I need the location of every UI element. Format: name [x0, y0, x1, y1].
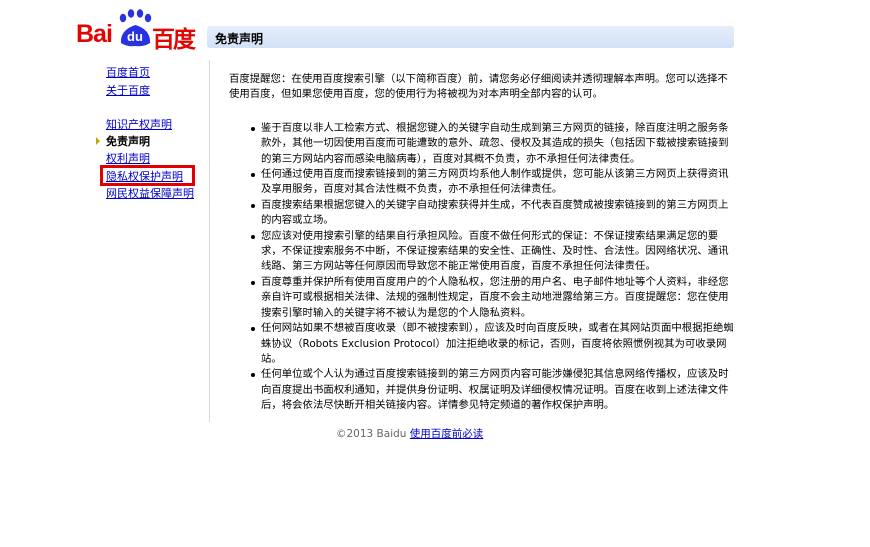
list-item: 鉴于百度以非人工检索方式、根据您键入的关键字自动生成到第三方网页的链接，除百度注…	[251, 121, 734, 167]
sidebar-item-ip-statement[interactable]: 知识产权声明	[106, 118, 172, 131]
sidebar-nav: 百度首页 关于百度 知识产权声明 免责声明 权利声明 隐私权保护声明 网民权益保…	[0, 0, 210, 430]
sidebar-item-rights-statement[interactable]: 权利声明	[106, 152, 150, 165]
list-item: 百度尊重并保护所有使用百度用户的个人隐私权，您注册的用户名、电子邮件地址等个人资…	[251, 275, 734, 321]
list-item: 您应该对使用搜索引擎的结果自行承担风险。百度不做任何形式的保证：不保证搜索结果满…	[251, 229, 734, 275]
copyright-text: ©2013 Baidu	[336, 428, 407, 440]
page-title-bar: 免责声明	[207, 26, 734, 48]
list-item: 任何单位或个人认为通过百度搜索链接到的第三方网页内容可能涉嫌侵犯其信息网络传播权…	[251, 367, 734, 413]
list-item: 任何通过使用百度而搜索链接到的第三方网页均系他人制作或提供，您可能从该第三方网页…	[251, 167, 734, 198]
divider	[209, 60, 210, 422]
sidebar-item-netizen-rights[interactable]: 网民权益保障声明	[106, 187, 194, 200]
list-item: 任何网站如果不想被百度收录（即不被搜索到），应该及时向百度反映，或者在其网站页面…	[251, 321, 734, 367]
footer: ©2013 Baidu 使用百度前必读	[336, 426, 483, 441]
sidebar-link-baidu-home[interactable]: 百度首页	[106, 66, 150, 79]
footer-link-read-before-use[interactable]: 使用百度前必读	[410, 428, 484, 440]
disclaimer-content: 百度提醒您：在使用百度搜索引擎（以下简称百度）前，请您务必仔细阅读并透彻理解本声…	[229, 72, 734, 414]
list-item: 百度搜索结果根据您键入的关键字自动搜索获得并生成，不代表百度赞成被搜索链接到的第…	[251, 198, 734, 229]
sidebar-link-about-baidu[interactable]: 关于百度	[106, 84, 150, 97]
disclaimer-list: 鉴于百度以非人工检索方式、根据您键入的关键字自动生成到第三方网页的链接，除百度注…	[229, 121, 734, 414]
current-item-arrow-icon	[96, 137, 100, 145]
highlight-box	[100, 165, 195, 186]
sidebar-item-disclaimer: 免责声明	[106, 135, 150, 148]
intro-paragraph: 百度提醒您：在使用百度搜索引擎（以下简称百度）前，请您务必仔细阅读并透彻理解本声…	[229, 73, 728, 101]
page-title: 免责声明	[215, 32, 264, 46]
